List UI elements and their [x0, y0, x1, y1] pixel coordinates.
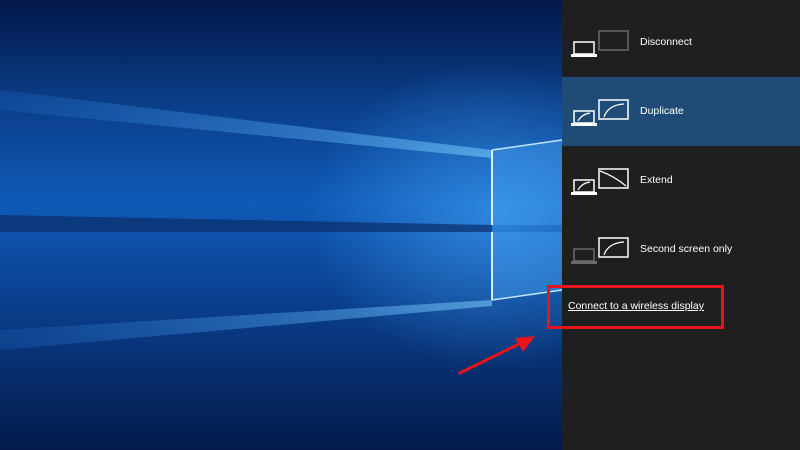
desktop-wallpaper: [0, 0, 562, 450]
option-second-screen-only[interactable]: Second screen only: [562, 215, 800, 284]
option-label: Extend: [640, 174, 673, 186]
option-label: Disconnect: [640, 36, 692, 48]
red-arrow-icon: [458, 336, 535, 375]
windows-logo-light: [0, 90, 562, 350]
pc-screen-only-icon: [571, 30, 629, 57]
duplicate-display-icon: [571, 99, 629, 126]
option-disconnect[interactable]: Disconnect: [562, 8, 800, 77]
highlight-box: [547, 285, 724, 329]
option-label: Second screen only: [640, 243, 733, 255]
option-label: Duplicate: [640, 105, 684, 117]
project-panel: Disconnect Duplicate Extend Second scree…: [562, 0, 800, 450]
second-screen-only-icon: [571, 237, 629, 264]
extend-display-icon: [571, 168, 629, 195]
option-duplicate[interactable]: Duplicate: [562, 77, 800, 146]
option-extend[interactable]: Extend: [562, 146, 800, 215]
